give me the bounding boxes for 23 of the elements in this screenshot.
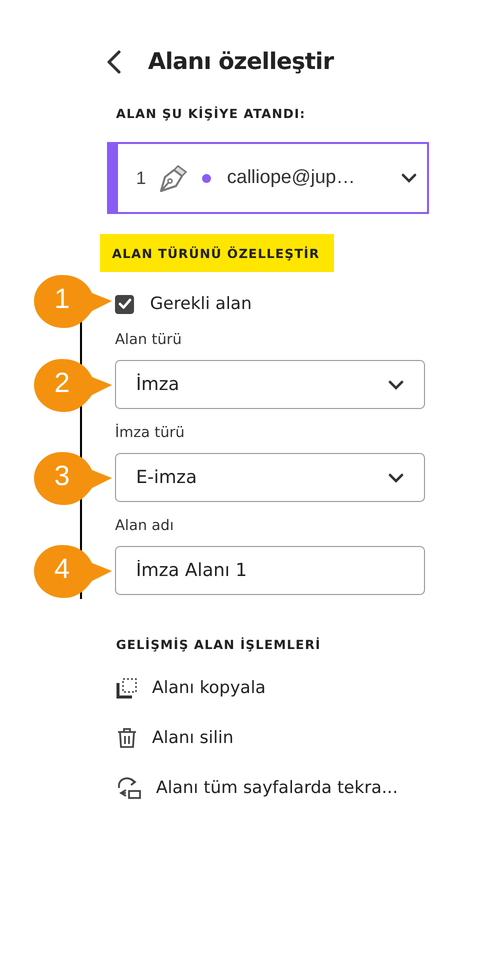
action-link[interactable]: Alanı tüm sayfalarda tekra... <box>116 773 481 803</box>
checkbox-label: Gerekli alan <box>150 294 252 314</box>
section-label: ALAN TÜRÜNÜ ÖZELLEŞTİR <box>100 234 334 272</box>
dropdown[interactable]: E-imza <box>115 453 425 502</box>
checkbox[interactable] <box>115 294 134 314</box>
assignee-dropdown[interactable]: 1 calliope@jup… <box>107 142 429 214</box>
trash-icon <box>116 727 138 749</box>
section-label: GELİŞMİŞ ALAN İŞLEMLERİ <box>116 637 321 652</box>
action-link[interactable]: Alanı kopyala <box>116 673 481 703</box>
chevron-down-icon <box>401 173 417 183</box>
dropdown[interactable]: İmza <box>115 360 425 409</box>
field-label: İmza türü <box>115 425 186 441</box>
field-label: Alan adı <box>115 518 175 534</box>
panel-title: Alanı özelleştir <box>148 49 334 75</box>
field-label: Alan türü <box>115 332 183 348</box>
copy-icon <box>116 677 138 699</box>
section-label: ALAN ŞU KİŞİYE ATANDI: <box>116 106 306 121</box>
chevron-down-icon <box>388 472 404 482</box>
signer-email: calliope@jup… <box>227 167 356 189</box>
chevron-down-icon <box>388 380 404 390</box>
repeat-icon <box>116 776 142 800</box>
signer-number: 1 <box>136 168 146 188</box>
action-link[interactable]: Alanı silin <box>116 723 481 753</box>
